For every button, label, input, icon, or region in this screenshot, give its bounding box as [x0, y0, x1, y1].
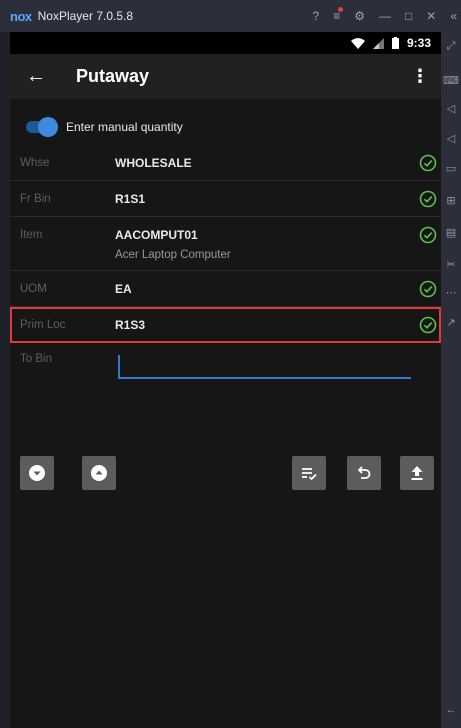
list-check-button[interactable] [292, 456, 326, 490]
field-value: R1S3 [115, 318, 146, 332]
field-label: Item [20, 229, 43, 241]
maximize-icon[interactable]: □ [405, 9, 412, 23]
undo-button[interactable] [347, 456, 381, 490]
status-time: 9:33 [406, 36, 431, 50]
add-apk-icon[interactable]: ⊞ [441, 194, 461, 207]
screen-icon[interactable]: ▭ [441, 162, 461, 175]
emulator-controls: ? ≡ ⚙ — □ ✕ « [313, 0, 457, 32]
volume-up-icon[interactable]: ◁ [441, 102, 461, 115]
scissors-icon[interactable]: ✂ [441, 258, 461, 271]
manual-quantity-row: Enter manual quantity [10, 109, 441, 145]
switch-knob [38, 117, 58, 137]
manual-quantity-label: Enter manual quantity [66, 120, 183, 134]
more-vertical-icon[interactable]: ⋮ [411, 66, 429, 87]
chevron-down-circle-icon [29, 465, 45, 481]
manual-quantity-switch[interactable] [26, 117, 58, 137]
field-row-item: Item AACOMPUT01 Acer Laptop Computer [10, 217, 441, 271]
wifi-icon [350, 37, 365, 49]
field-value: EA [115, 282, 132, 296]
upload-icon [411, 466, 423, 480]
external-icon[interactable]: ↗ [441, 316, 461, 329]
chevron-up-circle-icon [91, 465, 107, 481]
field-row-fr-bin: Fr Bin R1S1 [10, 181, 441, 217]
help-icon[interactable]: ? [313, 9, 320, 23]
field-value: AACOMPUT01 [115, 228, 198, 242]
to-bin-input[interactable] [118, 351, 411, 379]
settings-icon[interactable]: ⚙ [354, 9, 365, 23]
field-row-uom: UOM EA [10, 271, 441, 307]
nox-logo: nox [10, 8, 32, 24]
check-circle-icon [419, 226, 437, 244]
more-icon[interactable]: ⋯ [441, 286, 461, 299]
signal-icon [372, 37, 384, 49]
page-title: Putaway [76, 66, 150, 86]
check-circle-icon [419, 316, 437, 334]
arrow-left-icon[interactable]: ← [10, 65, 62, 88]
item-description: Acer Laptop Computer [115, 249, 231, 261]
upload-button[interactable] [400, 456, 434, 490]
field-label: Whse [20, 157, 50, 169]
check-circle-icon [419, 190, 437, 208]
field-label: Prim Loc [20, 319, 66, 331]
keyboard-icon[interactable]: ⌨ [441, 74, 461, 87]
volume-down-icon[interactable]: ◁ [441, 132, 461, 145]
text-cursor [118, 355, 120, 377]
field-row-prim-loc: Prim Loc R1S3 [10, 307, 441, 343]
scroll-down-button[interactable] [20, 456, 54, 490]
menu-icon[interactable]: ≡ [333, 7, 344, 23]
field-value: R1S1 [115, 192, 146, 206]
app-bar: ← Putaway ⋮ [10, 54, 441, 99]
emulator-titlebar: nox NoxPlayer 7.0.5.8 ? ≡ ⚙ — □ ✕ « [0, 0, 461, 32]
field-label: Fr Bin [20, 193, 51, 205]
battery-icon [391, 37, 399, 49]
check-circle-icon [419, 154, 437, 172]
check-circle-icon [419, 280, 437, 298]
minimize-icon[interactable]: — [379, 9, 391, 23]
action-bar [10, 456, 441, 492]
emulator-side-toolbar: ⤢ ⌨ ◁ ◁ ▭ ⊞ ▤ ✂ ⋯ ↗ ← [441, 32, 461, 728]
toolbox-icon[interactable]: ▤ [441, 226, 461, 239]
to-bin-row: To Bin [10, 349, 441, 389]
fullscreen-icon[interactable]: ⤢ [441, 40, 461, 53]
collapse-sidebar-icon[interactable]: « [450, 9, 457, 23]
back-arrow-icon[interactable]: ← [441, 704, 461, 716]
field-value: WHOLESALE [115, 156, 192, 170]
android-screen: 9:33 ← Putaway ⋮ Enter manual quantity W… [10, 32, 441, 728]
status-bar: 9:33 [10, 32, 441, 54]
field-label: UOM [20, 283, 47, 295]
undo-icon [357, 466, 371, 479]
list-check-icon [302, 468, 317, 481]
scroll-up-button[interactable] [82, 456, 116, 490]
field-row-whse: Whse WHOLESALE [10, 145, 441, 181]
close-icon[interactable]: ✕ [426, 9, 436, 23]
to-bin-label: To Bin [20, 353, 52, 365]
emulator-title: NoxPlayer 7.0.5.8 [37, 9, 134, 23]
